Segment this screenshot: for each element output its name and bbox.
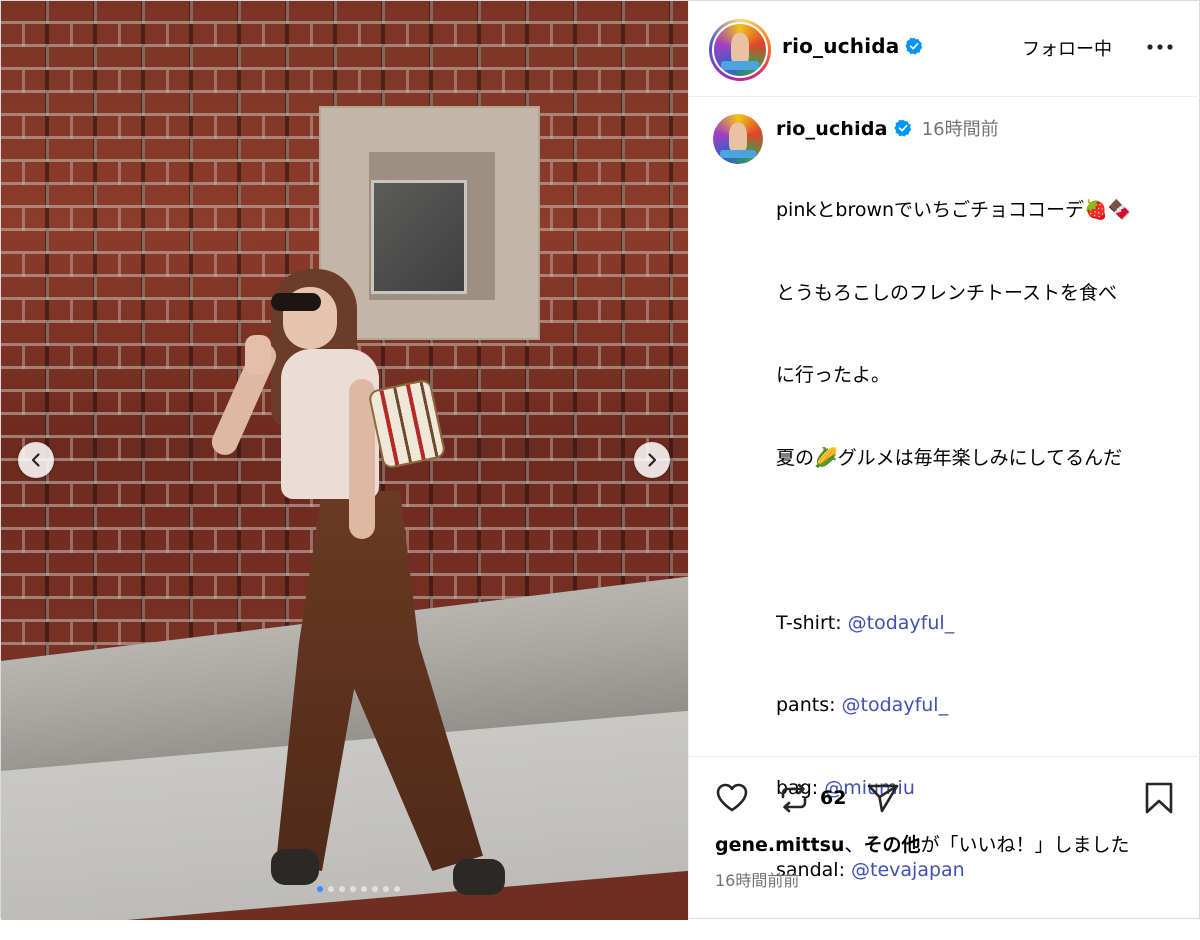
other-likers-link[interactable]: その他 xyxy=(863,834,920,856)
mention-link[interactable]: @todayful_ xyxy=(842,694,949,716)
more-options-icon xyxy=(1147,44,1173,50)
carousel-indicator xyxy=(317,886,400,894)
next-photo-button[interactable] xyxy=(634,442,670,478)
credit-label: pants: xyxy=(776,694,836,716)
bookmark-icon xyxy=(1145,782,1173,814)
likes-suffix: が「いいね！」しました xyxy=(920,834,1130,856)
heart-icon xyxy=(716,783,748,812)
carousel-dot xyxy=(350,886,356,892)
post-header: rio_uchida フォロー中 xyxy=(689,1,1200,97)
left-shoe xyxy=(271,849,319,885)
chevron-right-icon xyxy=(648,453,657,467)
share-button[interactable] xyxy=(865,780,901,816)
credit-line-pants: pants: @todayful_ xyxy=(776,692,1191,720)
author-username[interactable]: rio_uchida xyxy=(782,34,899,58)
avatar-tag xyxy=(721,61,759,70)
mention-link[interactable]: @todayful_ xyxy=(848,612,955,634)
post-timestamp[interactable]: 16時間前前 xyxy=(715,867,799,891)
carousel-dot xyxy=(339,886,345,892)
author-name-row: rio_uchida xyxy=(782,34,923,58)
carousel-dot xyxy=(383,886,389,892)
chevron-left-icon xyxy=(31,453,40,467)
caption-line: pinkとbrownでいちごチョココーデ🍓🍫 xyxy=(776,199,1132,221)
repost-icon xyxy=(781,783,807,813)
credit-line-tshirt: T-shirt: @todayful_ xyxy=(776,610,1191,638)
person-figure xyxy=(207,269,505,899)
caption-line: 夏の🌽グルメは毎年楽しみにしてるんだ xyxy=(776,446,1123,469)
author-avatar[interactable] xyxy=(709,19,771,81)
like-button[interactable] xyxy=(714,780,750,816)
avatar-image xyxy=(713,114,763,164)
avatar-face xyxy=(729,123,747,153)
repost-count: 62 xyxy=(820,787,847,809)
striped-bag xyxy=(367,378,447,470)
following-button[interactable]: フォロー中 xyxy=(1022,35,1112,61)
carousel-dot xyxy=(394,886,400,892)
credit-label: T-shirt: xyxy=(776,611,842,634)
repost-button[interactable] xyxy=(776,780,812,816)
carousel-dot xyxy=(317,886,323,892)
caption-line: とうもろこしのフレンチトーストを食べ xyxy=(776,281,1118,304)
post-actions: 62 gene.mittsu、その他が「いいね！」しました 16時間前前 xyxy=(689,756,1200,920)
right-shoe xyxy=(453,859,505,895)
peace-sign-hand xyxy=(245,335,271,375)
post-modal: rio_uchida フォロー中 rio_uchida 16時間前 pinkとb… xyxy=(0,0,1200,920)
post-photo[interactable] xyxy=(1,1,688,920)
caption-header: rio_uchida 16時間前 xyxy=(776,115,999,141)
avatar-tag xyxy=(720,150,756,158)
likes-summary: gene.mittsu、その他が「いいね！」しました xyxy=(715,830,1129,857)
brown-pants xyxy=(276,491,483,871)
more-options-button[interactable] xyxy=(1142,31,1178,63)
verified-badge-icon xyxy=(905,37,923,55)
previous-photo-button[interactable] xyxy=(18,442,54,478)
carousel-dot xyxy=(328,886,334,892)
caption-line xyxy=(776,527,1191,555)
caption-username[interactable]: rio_uchida xyxy=(776,118,888,140)
post-details-panel: rio_uchida フォロー中 rio_uchida 16時間前 pinkとb… xyxy=(688,1,1200,920)
separator: 、 xyxy=(844,834,864,856)
caption-line: に行ったよ。 xyxy=(776,364,891,386)
send-icon xyxy=(867,784,899,813)
caption-timestamp: 16時間前 xyxy=(921,119,999,140)
save-button[interactable] xyxy=(1141,780,1177,816)
avatar-face xyxy=(730,33,750,65)
sunglasses xyxy=(271,293,321,311)
verified-badge-icon xyxy=(894,119,911,137)
carousel-dot xyxy=(361,886,367,892)
avatar-image xyxy=(712,22,768,78)
caption-author-avatar[interactable] xyxy=(713,114,763,164)
liker-username[interactable]: gene.mittsu xyxy=(715,834,844,856)
carousel-dot xyxy=(372,886,378,892)
